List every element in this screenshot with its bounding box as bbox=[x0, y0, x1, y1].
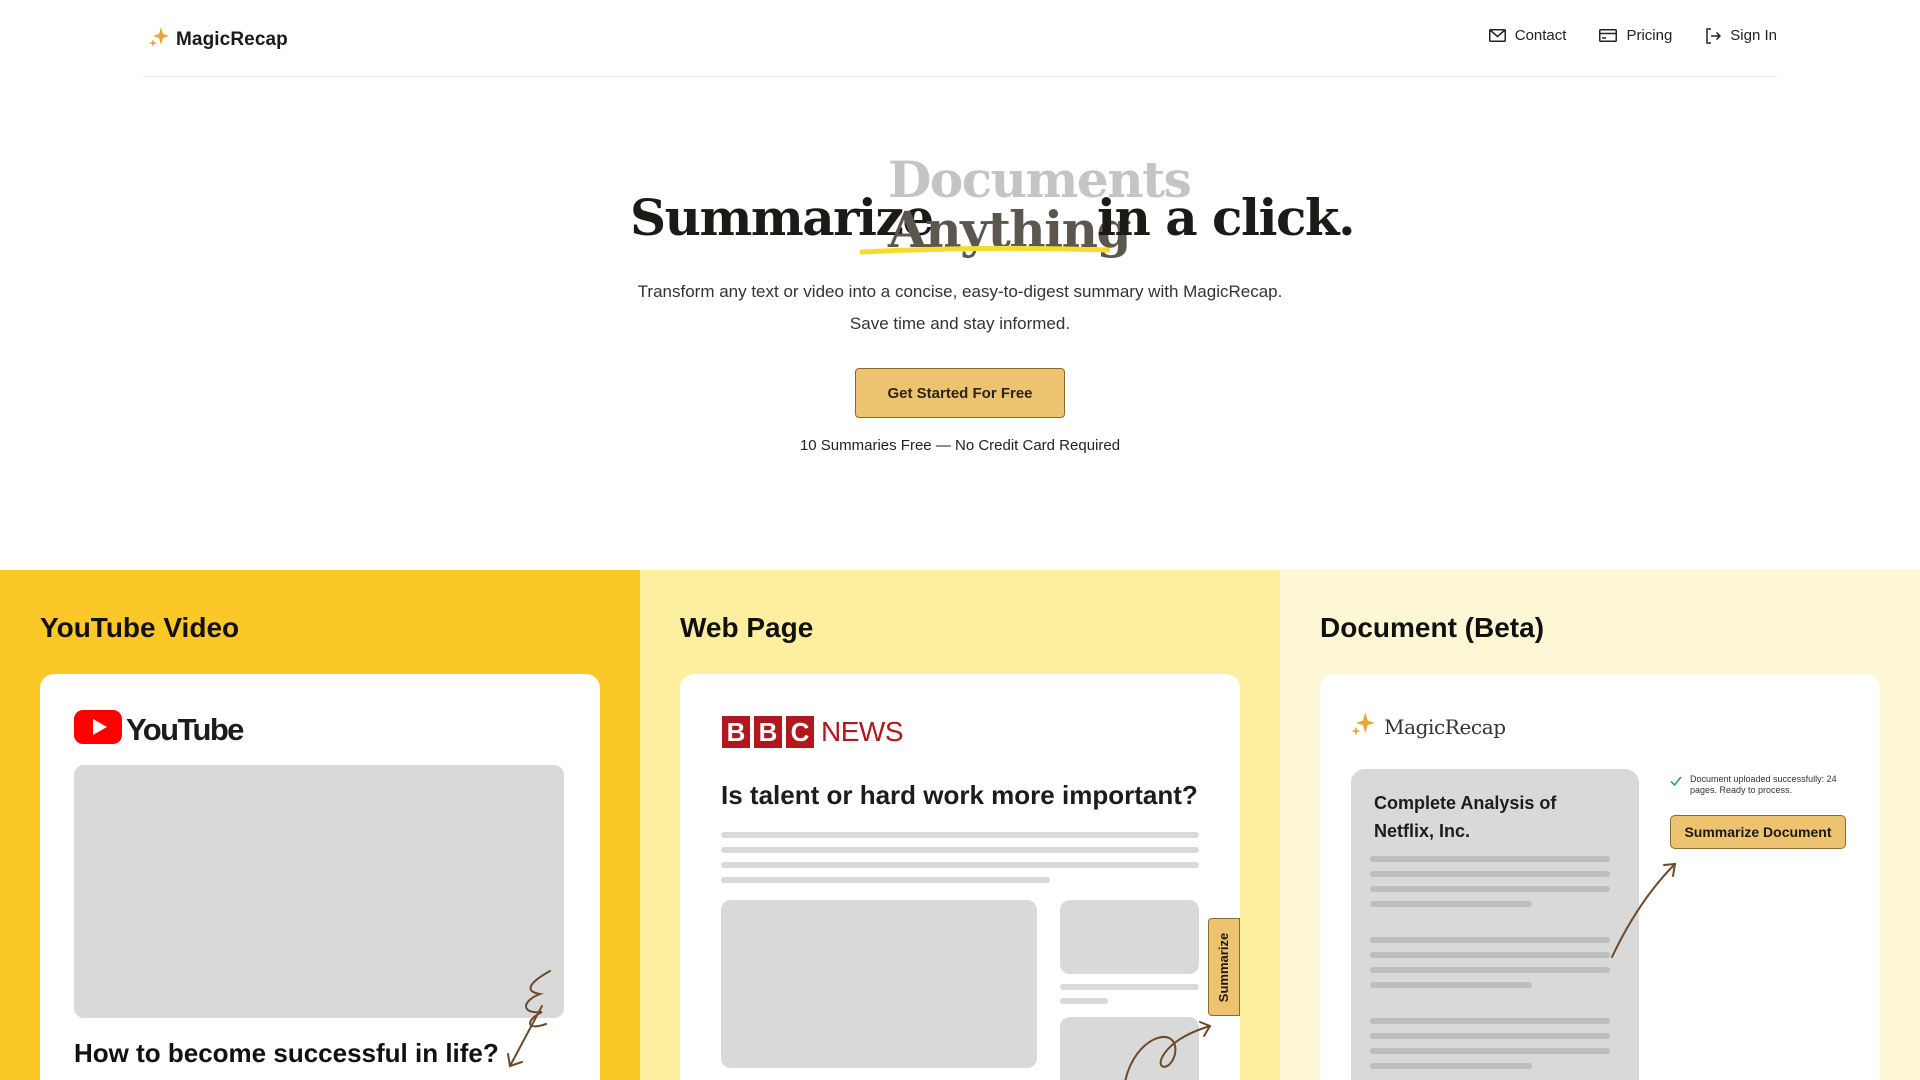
hero-title-right: in a click. bbox=[1097, 188, 1356, 247]
feature-document-title: Document (Beta) bbox=[1320, 612, 1545, 643]
bbc-logo-letter: B bbox=[754, 716, 782, 748]
text-line-placeholder bbox=[1370, 1048, 1610, 1054]
document-title: Complete Analysis of Netflix, Inc. bbox=[1374, 793, 1557, 841]
nav-contact-label: Contact bbox=[1514, 27, 1567, 44]
text-line-placeholder bbox=[1060, 998, 1108, 1004]
highlight-underline bbox=[860, 245, 1110, 255]
hand-drawn-arrow-icon bbox=[1611, 862, 1677, 958]
document-card: MagicRecap Complete Analysis of Netflix,… bbox=[1320, 674, 1880, 1080]
text-line-placeholder bbox=[721, 847, 1199, 853]
bbc-news-wordmark: NEWS bbox=[821, 716, 904, 747]
bbc-logo-letter: B bbox=[722, 716, 750, 748]
text-line-placeholder bbox=[721, 877, 1050, 883]
nav-links: Contact Pricing Sign In bbox=[1488, 27, 1777, 44]
hand-drawn-curl-arrow-icon bbox=[1124, 1021, 1212, 1080]
text-line-placeholder bbox=[1370, 901, 1532, 907]
sign-in-icon bbox=[1705, 27, 1722, 44]
nav-pricing-label: Pricing bbox=[1626, 27, 1673, 44]
text-line-placeholder bbox=[1370, 1018, 1610, 1024]
text-line-placeholder bbox=[1370, 937, 1610, 943]
text-line-placeholder bbox=[1370, 886, 1610, 892]
free-trial-note: 10 Summaries Free — No Credit Card Requi… bbox=[799, 437, 1121, 454]
feature-youtube-title: YouTube Video bbox=[40, 612, 240, 643]
credit-card-icon bbox=[1599, 29, 1618, 42]
nav-signin-label: Sign In bbox=[1730, 27, 1777, 44]
feature-document: Document (Beta) MagicRecap Complete Anal… bbox=[1280, 570, 1920, 1080]
hero-subtitle-line-2: Save time and stay informed. bbox=[849, 314, 1071, 333]
text-line-placeholder bbox=[1370, 1033, 1610, 1039]
nav-contact-link[interactable]: Contact bbox=[1488, 27, 1567, 44]
text-line-placeholder bbox=[1370, 952, 1610, 958]
hero-subtitle: Transform any text or video into a conci… bbox=[0, 276, 1920, 340]
text-line-placeholder bbox=[1370, 967, 1610, 973]
text-line-placeholder bbox=[1060, 984, 1199, 990]
nav-signin-link[interactable]: Sign In bbox=[1705, 27, 1777, 44]
sparkle-icon bbox=[1350, 710, 1376, 743]
article-image-placeholder bbox=[721, 900, 1037, 1068]
feature-webpage-title: Web Page bbox=[680, 612, 814, 643]
feature-youtube: YouTube Video YouTube How to become succ… bbox=[0, 570, 640, 1080]
get-started-button[interactable]: Get Started For Free bbox=[855, 368, 1065, 418]
youtube-logo: YouTube bbox=[74, 710, 244, 749]
text-line-placeholder bbox=[1370, 871, 1610, 877]
text-line-placeholder bbox=[1370, 982, 1532, 988]
summarize-tab-button[interactable]: Summarize bbox=[1208, 918, 1240, 1016]
magicrecap-logo: MagicRecap bbox=[1350, 710, 1506, 743]
feature-columns: YouTube Video YouTube How to become succ… bbox=[0, 570, 1920, 1080]
upload-status-text: Document uploaded successfully: 24 pages… bbox=[1690, 774, 1837, 795]
video-title: How to become successful in life? bbox=[74, 1038, 499, 1068]
sparkle-icon bbox=[148, 25, 170, 54]
document-preview: Complete Analysis of Netflix, Inc. bbox=[1351, 769, 1639, 1080]
nav-pricing-link[interactable]: Pricing bbox=[1599, 27, 1672, 44]
hand-drawn-arrow-icon bbox=[507, 970, 551, 1068]
bbc-news-logo: B B C NEWS bbox=[722, 716, 904, 748]
mail-icon bbox=[1488, 29, 1506, 42]
hero-title: Summarize Documents Anything in a click. bbox=[0, 150, 1920, 260]
text-line-placeholder bbox=[721, 832, 1199, 838]
feature-webpage: Web Page B B C NEWS Is talent or hard wo… bbox=[640, 570, 1280, 1080]
text-line-placeholder bbox=[1370, 856, 1610, 862]
summarize-tab-label: Summarize bbox=[1216, 932, 1232, 1002]
webpage-card: B B C NEWS Is talent or hard work more i… bbox=[680, 674, 1240, 1080]
youtube-play-icon bbox=[74, 710, 122, 749]
top-nav: MagicRecap Contact Pricing Sign In bbox=[143, 0, 1777, 77]
youtube-wordmark: YouTube bbox=[126, 711, 244, 747]
youtube-card: YouTube How to become successful in life… bbox=[40, 674, 600, 1080]
article-title: Is talent or hard work more important? bbox=[721, 780, 1198, 810]
magicrecap-wordmark: MagicRecap bbox=[1384, 714, 1506, 739]
summarize-document-button[interactable]: Summarize Document bbox=[1670, 815, 1846, 849]
brand[interactable]: MagicRecap bbox=[148, 25, 288, 54]
bbc-logo-letter: C bbox=[786, 716, 814, 748]
brand-name: MagicRecap bbox=[176, 28, 288, 50]
upload-status: Document uploaded successfully: 24 pages… bbox=[1670, 774, 1840, 796]
hero-subtitle-line-1: Transform any text or video into a conci… bbox=[637, 282, 1283, 301]
sidebar-image-placeholder bbox=[1060, 900, 1199, 974]
video-thumbnail[interactable] bbox=[74, 765, 564, 1018]
text-line-placeholder bbox=[1370, 1063, 1532, 1069]
text-line-placeholder bbox=[721, 862, 1199, 868]
checkmark-icon bbox=[1670, 774, 1682, 796]
